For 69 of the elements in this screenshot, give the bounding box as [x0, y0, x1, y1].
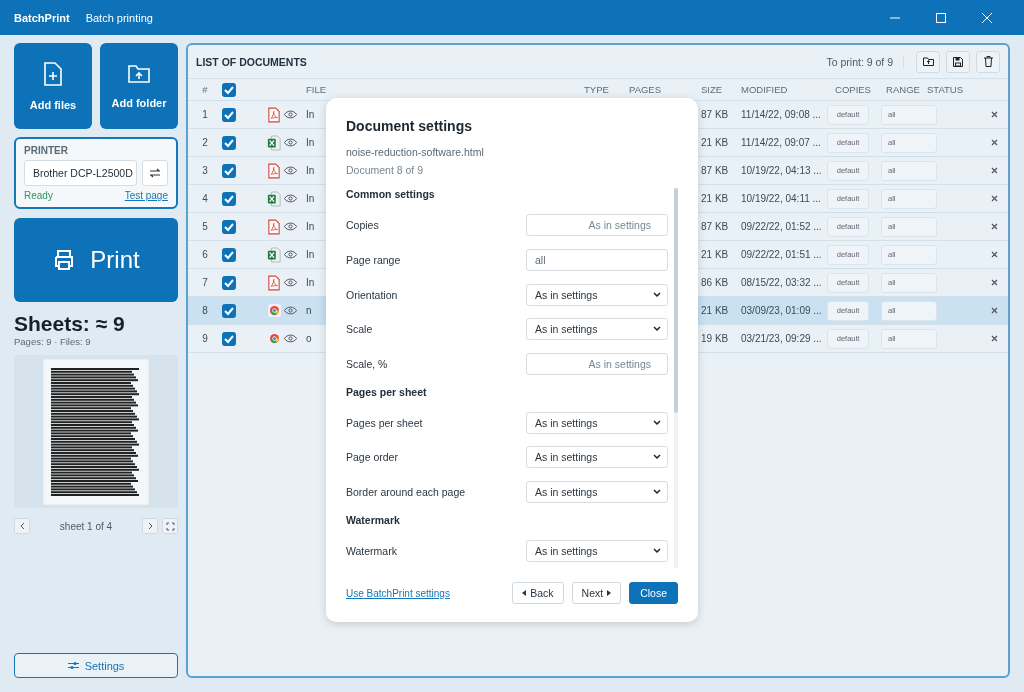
column-header: # [201, 84, 209, 95]
file-size: 87 KB [701, 221, 730, 232]
field-label: Scale [346, 323, 373, 336]
column-header: FILE [306, 84, 328, 95]
row-number: 5 [201, 221, 209, 232]
section-heading: Watermark [346, 513, 401, 528]
dialog-title: Document settings [346, 118, 473, 134]
file-name: In [306, 109, 315, 120]
row-number: 7 [201, 277, 209, 288]
modified-date: 11/14/22, 09:08 ... [741, 109, 822, 120]
row-number: 9 [201, 333, 209, 344]
row-number: 1 [201, 109, 209, 120]
field-label: Page range [346, 253, 401, 266]
file-name: n [306, 305, 312, 316]
row-number: 2 [201, 137, 209, 148]
pages-summary: Pages: 9 · Files: 9 [14, 336, 92, 347]
column-header: MODIFIED [741, 84, 789, 95]
field-label: Scale, % [346, 358, 388, 371]
file-name: In [306, 221, 315, 232]
column-header: SIZE [701, 84, 724, 95]
section-heading: Common settings [346, 188, 436, 202]
modified-date: 09/22/22, 01:51 ... [741, 249, 823, 260]
file-size: 19 KB [701, 333, 730, 344]
printer-heading: PRINTER [24, 145, 69, 156]
sheet-counter: sheet 1 of 4 [58, 520, 114, 532]
modified-date: 10/19/22, 04:11 ... [741, 193, 822, 204]
field-label: Border around each page [346, 486, 466, 499]
modified-date: 03/09/23, 01:09 ... [741, 305, 823, 316]
document-position: Document 8 of 9 [346, 164, 425, 176]
file-size: 87 KB [701, 109, 730, 120]
file-size: 21 KB [701, 305, 730, 316]
row-number: 4 [201, 193, 209, 204]
field-label: Watermark [346, 544, 397, 557]
row-number: 6 [201, 249, 209, 260]
file-size: 87 KB [701, 165, 730, 176]
file-size: 21 KB [701, 137, 730, 148]
modified-date: 03/21/23, 09:29 ... [741, 333, 823, 344]
file-name: In [306, 165, 315, 176]
file-size: 21 KB [701, 249, 730, 260]
printer-status: Ready [24, 190, 53, 201]
modified-date: 08/15/22, 03:32 ... [741, 277, 823, 288]
file-size: 86 KB [701, 277, 730, 288]
column-header: TYPE [584, 84, 610, 95]
column-header: COPIES [834, 84, 872, 95]
file-name: In [306, 277, 315, 288]
column-header: RANGE [885, 84, 921, 95]
sheets-count: Sheets: ≈ 9 [14, 312, 126, 336]
modified-date: 10/19/22, 04:13 ... [741, 165, 823, 176]
row-number: 3 [201, 165, 209, 176]
app-name: BatchPrint [14, 11, 70, 24]
column-header: STATUS [927, 84, 965, 95]
field-label: Copies [346, 219, 379, 232]
field-label: Page order [346, 451, 398, 464]
file-size: 21 KB [701, 193, 730, 204]
column-header: PAGES [629, 84, 663, 95]
modified-date: 11/14/22, 09:07 ... [741, 137, 822, 148]
document-name: noise-reduction-software.html [346, 146, 485, 158]
window-subtitle: Batch printing [85, 11, 153, 24]
file-name: In [306, 193, 315, 204]
field-label: Orientation [346, 288, 398, 301]
modified-date: 09/22/22, 01:52 ... [741, 221, 823, 232]
file-name: In [306, 137, 315, 148]
field-label: Pages per sheet [346, 416, 423, 429]
print-count: To print: 9 of 9 [826, 55, 904, 68]
row-number: 8 [201, 305, 209, 316]
panel-title: LIST OF DOCUMENTS [196, 55, 307, 68]
file-name: o [306, 333, 312, 344]
file-name: In [306, 249, 315, 260]
section-heading: Pages per sheet [346, 385, 428, 400]
